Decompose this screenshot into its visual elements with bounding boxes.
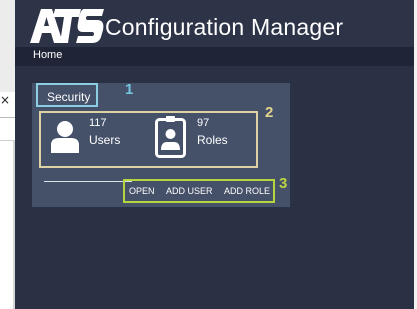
security-card: Security 1 117 Users 97 Roles 2 OPEN ADD… (32, 81, 290, 207)
configuration-manager-app: Configuration Manager Home Security 1 11… (15, 0, 417, 309)
background-window-header (0, 0, 15, 92)
background-window-divider (0, 117, 15, 118)
add-role-button[interactable]: ADD ROLE (224, 186, 270, 196)
add-user-button[interactable]: ADD USER (166, 186, 213, 196)
security-actions-highlight: OPEN ADD USER ADD ROLE (123, 179, 275, 203)
ats-logo (30, 9, 104, 43)
breadcrumb: Home (15, 47, 417, 66)
users-label[interactable]: Users (89, 133, 120, 147)
app-header: Configuration Manager (15, 0, 417, 47)
close-icon[interactable]: × (0, 93, 10, 107)
breadcrumb-home-link[interactable]: Home (33, 49, 62, 61)
users-count: 117 (89, 117, 107, 129)
user-icon (51, 121, 79, 153)
security-title-highlight: Security (36, 83, 98, 107)
card-divider (44, 181, 132, 182)
open-button[interactable]: OPEN (129, 186, 155, 196)
id-badge-icon (155, 116, 186, 158)
annotation-number-2: 2 (265, 104, 274, 121)
roles-label[interactable]: Roles (197, 133, 228, 147)
roles-count: 97 (197, 117, 210, 129)
security-card-title[interactable]: Security (47, 90, 90, 104)
app-title: Configuration Manager (105, 14, 344, 40)
security-stats-highlight: 117 Users 97 Roles (39, 111, 258, 168)
annotation-number-1: 1 (125, 81, 134, 98)
background-window: × (0, 0, 15, 309)
annotation-number-3: 3 (279, 175, 288, 192)
